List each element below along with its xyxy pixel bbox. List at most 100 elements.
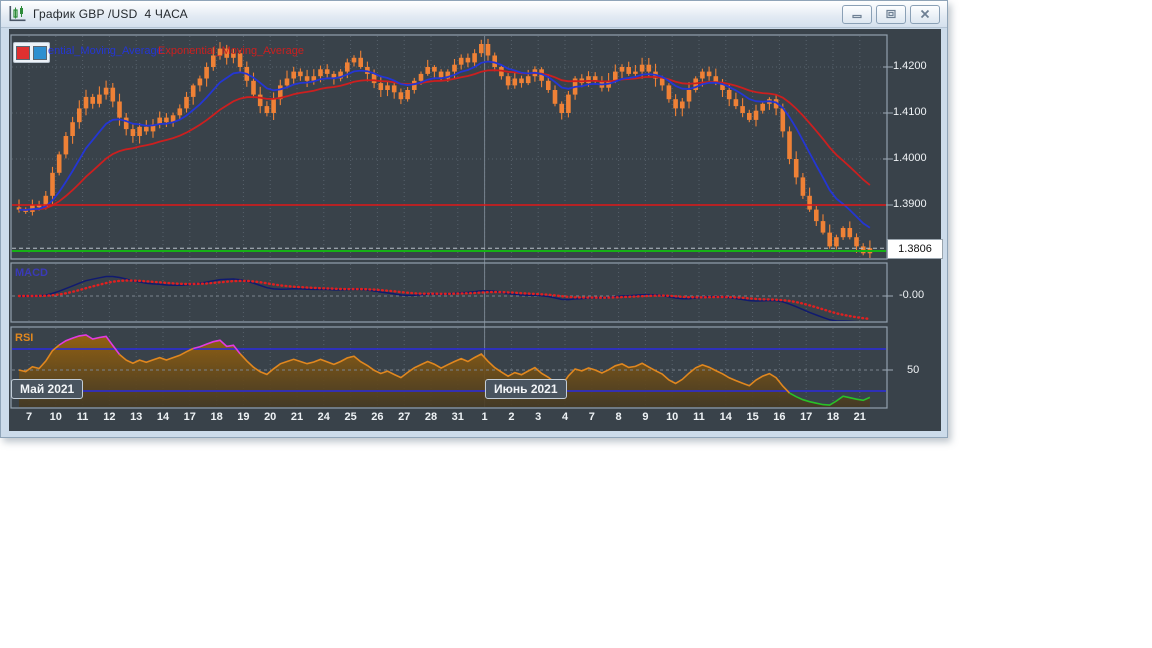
candle — [103, 87, 109, 95]
candle — [56, 154, 62, 173]
time-tick-label: 15 — [746, 411, 759, 423]
time-tick-label: 11 — [693, 411, 705, 423]
candle — [432, 67, 437, 72]
month-marker-june: Июнь 2021 — [485, 379, 567, 399]
candle — [324, 69, 330, 74]
legend-ema-fast-label: ential_Moving_Average — [48, 45, 163, 57]
candle — [257, 94, 263, 107]
time-tick-label: 18 — [210, 411, 223, 423]
candle — [793, 159, 799, 178]
candle — [639, 64, 645, 72]
candle — [452, 64, 457, 72]
candle — [345, 62, 350, 72]
candle — [753, 110, 759, 120]
close-icon — [920, 9, 930, 19]
candle — [110, 87, 116, 102]
candle — [391, 85, 397, 93]
time-tick-label: 11 — [76, 411, 89, 423]
candle — [418, 73, 424, 81]
candle — [800, 177, 806, 196]
indicator-buttons — [13, 42, 50, 63]
time-tick-label: 7 — [25, 411, 33, 423]
rsi-axis-value: 50 — [907, 364, 920, 376]
candle — [177, 108, 183, 116]
main-panel-border — [10, 34, 888, 260]
candle — [726, 90, 732, 100]
candle — [626, 67, 631, 74]
candle — [633, 71, 638, 74]
price-tick-label: 1.4100 — [893, 106, 927, 118]
time-tick-label: 17 — [800, 411, 813, 423]
candle — [820, 221, 826, 233]
chart-app-icon — [9, 6, 26, 22]
time-tick-label: 9 — [642, 411, 649, 423]
chart-client-area: ential_Moving_Average Exponential_Moving… — [9, 29, 943, 431]
candle — [371, 73, 377, 84]
time-tick-label: 14 — [719, 411, 732, 423]
maximize-button[interactable] — [876, 4, 906, 24]
time-tick-label: 3 — [535, 411, 542, 423]
candle — [251, 80, 256, 95]
price-tick-label: 1.4000 — [893, 152, 927, 164]
time-tick-label: 10 — [49, 411, 62, 423]
title-bar[interactable]: График GBP /USD 4 ЧАСА — [1, 1, 947, 28]
candle — [559, 103, 564, 113]
candle — [77, 108, 82, 123]
time-tick-label: 21 — [853, 411, 866, 423]
candle — [351, 57, 357, 63]
candle — [304, 76, 310, 81]
candle — [70, 122, 75, 136]
candle — [405, 90, 410, 100]
candle — [90, 96, 95, 104]
time-tick-label: 17 — [183, 411, 196, 423]
candle — [619, 67, 625, 72]
window-controls — [842, 4, 943, 24]
time-tick-label: 2 — [508, 411, 515, 423]
candle — [814, 209, 819, 222]
candle — [378, 83, 384, 90]
candle — [787, 131, 792, 159]
candle — [137, 126, 142, 136]
chart-window: График GBP /USD 4 ЧАСА ential_Moving_Ave… — [0, 0, 948, 438]
current-price-box: 1.3806 — [887, 239, 943, 259]
macd-axis-value: -0.00 — [899, 289, 925, 301]
time-tick-label: 28 — [424, 411, 438, 423]
candle — [264, 106, 270, 113]
macd-panel-label: MACD — [15, 267, 48, 279]
candle — [733, 99, 739, 107]
candle — [780, 108, 786, 132]
minimize-button[interactable] — [842, 4, 872, 24]
candle — [204, 67, 209, 79]
candle — [827, 232, 832, 247]
maximize-icon — [886, 9, 896, 19]
candle — [860, 246, 866, 254]
close-button[interactable] — [910, 4, 940, 24]
candle — [458, 57, 464, 65]
time-tick-label: 20 — [264, 411, 277, 423]
candle — [700, 71, 705, 79]
candle — [190, 85, 196, 97]
candle — [706, 71, 712, 77]
time-tick-label: 13 — [130, 411, 143, 423]
time-tick-label: 10 — [666, 411, 679, 423]
minimize-icon — [852, 14, 862, 19]
candles-layer — [16, 38, 873, 258]
candle — [519, 78, 524, 84]
time-tick-label: 18 — [826, 411, 840, 423]
ema-slow-toggle-chip[interactable] — [33, 45, 47, 60]
candle — [385, 85, 390, 90]
candle — [854, 237, 859, 247]
candle — [184, 96, 189, 109]
candle — [117, 101, 122, 118]
candle — [398, 92, 404, 100]
time-tick-label: 31 — [451, 411, 464, 423]
candle — [566, 94, 571, 113]
time-tick-label: 1 — [481, 411, 488, 423]
ema-fast-toggle-chip[interactable] — [16, 45, 30, 60]
candle — [840, 228, 846, 238]
candle — [686, 90, 692, 102]
time-tick-label: 19 — [237, 411, 250, 423]
candle — [646, 64, 652, 72]
candle — [412, 80, 417, 90]
candle — [425, 67, 430, 74]
